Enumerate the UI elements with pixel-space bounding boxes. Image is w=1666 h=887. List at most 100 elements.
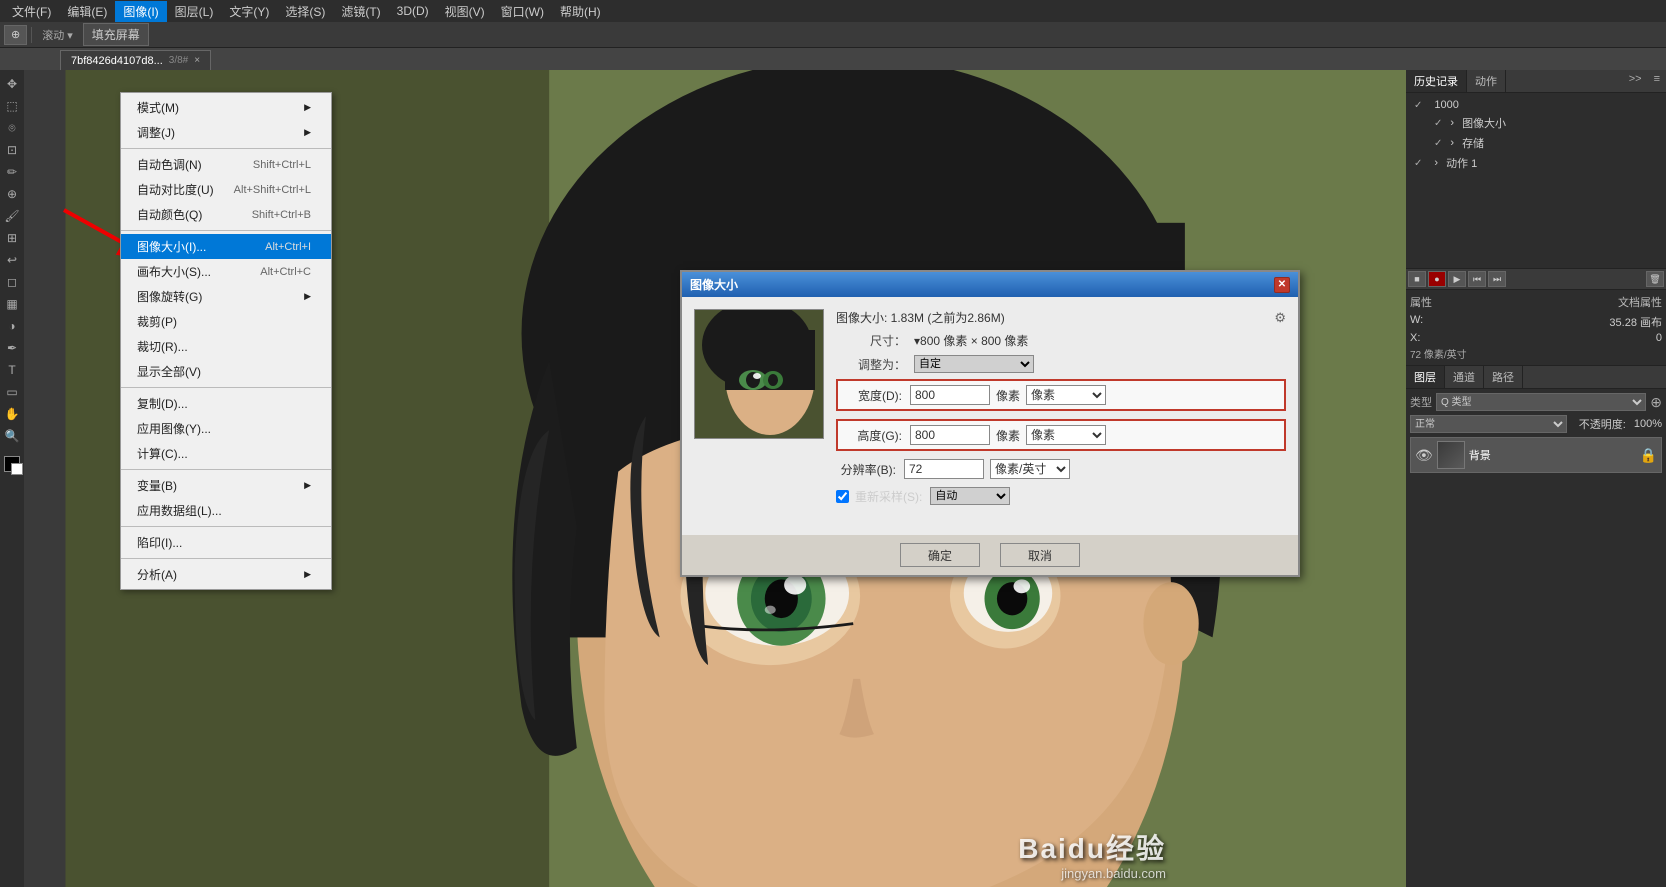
paths-tab[interactable]: 路径 [1484, 366, 1523, 388]
menu-edit[interactable]: 编辑(E) [59, 1, 115, 22]
blend-mode-select[interactable]: 正常 [1410, 415, 1567, 433]
menu-layer[interactable]: 图层(L) [167, 1, 222, 22]
fill-screen-button[interactable]: 填充屏幕 [83, 23, 149, 46]
dialog-width-row: 宽度(D): 像素 像素 英寸 厘米 毫米 点 派卡 列 [836, 379, 1286, 411]
skip-back-button[interactable]: ⏮ [1468, 271, 1486, 287]
history-content: ✓ 1000 ✓ › 图像大小 ✓ › 存储 ✓ › 动作 1 [1406, 93, 1666, 268]
menu-duplicate[interactable]: 复制(D)... [121, 391, 331, 416]
layers-tab[interactable]: 图层 [1406, 366, 1445, 388]
move-tool-option[interactable]: ⊕ [4, 25, 27, 45]
menu-filter[interactable]: 滤镜(T) [333, 1, 388, 22]
brush-tool[interactable]: 🖌 [2, 206, 22, 226]
width-input[interactable] [910, 385, 990, 405]
pen-tool[interactable]: ✒ [2, 338, 22, 358]
layer-visibility-icon[interactable]: 👁 [1415, 447, 1433, 464]
attributes-subtitle: 文档属性 [1618, 294, 1662, 310]
skip-fwd-button[interactable]: ⏭ [1488, 271, 1506, 287]
healing-tool[interactable]: ⊕ [2, 184, 22, 204]
channels-tab[interactable]: 通道 [1445, 366, 1484, 388]
blend-mode-select[interactable]: 滚动 ▾ [36, 27, 79, 43]
menu-view[interactable]: 视图(V) [437, 1, 493, 22]
eyedropper-tool[interactable]: ✏ [2, 162, 22, 182]
dialog-fields: 图像大小: 1.83M (之前为2.86M) ⚙ 尺寸： ▾ 800 像素 × … [836, 309, 1286, 513]
lasso-tool[interactable]: ⌾ [2, 118, 22, 138]
tabbar: 7bf8426d4107d8... 3/8# × [0, 48, 1666, 70]
history-item-1: ✓ › 图像大小 [1410, 113, 1662, 133]
menu-adjust[interactable]: 调整(J) [121, 120, 331, 145]
resample-checkbox[interactable] [836, 490, 849, 503]
menu-image-rotate[interactable]: 图像旋转(G) [121, 284, 331, 309]
menu-analyze[interactable]: 分析(A) [121, 562, 331, 587]
tab-info: 3/8# [169, 55, 188, 66]
adjust-select[interactable]: 自定 [914, 355, 1286, 373]
dialog-close-button[interactable]: ✕ [1274, 277, 1290, 293]
menu-auto-contrast[interactable]: 自动对比度(U) Alt+Shift+Ctrl+L [121, 177, 331, 202]
height-input[interactable] [910, 425, 990, 445]
menu-trap[interactable]: 陷印(I)... [121, 530, 331, 555]
foreground-color[interactable] [4, 456, 20, 472]
menu-trim[interactable]: 裁切(R)... [121, 334, 331, 359]
menu-auto-tone[interactable]: 自动色调(N) Shift+Ctrl+L [121, 152, 331, 177]
dpi-input[interactable] [904, 459, 984, 479]
height-unit-select[interactable]: 像素 英寸 厘米 [1026, 425, 1106, 445]
dialog-cancel-button[interactable]: 取消 [1000, 543, 1080, 567]
dialog-confirm-button[interactable]: 确定 [900, 543, 980, 567]
attr-x-row: X: 0 [1410, 332, 1662, 344]
image-size-dialog[interactable]: 图像大小 ✕ [680, 270, 1300, 577]
menu-auto-color[interactable]: 自动颜色(Q) Shift+Ctrl+B [121, 202, 331, 227]
move-tool[interactable]: ✥ [2, 74, 22, 94]
dodge-tool[interactable]: ◑ [2, 316, 22, 336]
menu-mode[interactable]: 模式(M) [121, 95, 331, 120]
crop-tool[interactable]: ⊡ [2, 140, 22, 160]
menu-calculations[interactable]: 计算(C)... [121, 441, 331, 466]
width-unit-select[interactable]: 像素 英寸 厘米 毫米 点 派卡 列 百分比 [1026, 385, 1106, 405]
menu-file[interactable]: 文件(F) [4, 1, 59, 22]
hand-tool[interactable]: ✋ [2, 404, 22, 424]
menu-text[interactable]: 文字(Y) [221, 1, 277, 22]
record-button[interactable]: ● [1428, 271, 1446, 287]
menu-reveal-all[interactable]: 显示全部(V) [121, 359, 331, 384]
play-button[interactable]: ▶ [1448, 271, 1466, 287]
history-brush-tool[interactable]: ↩ [2, 250, 22, 270]
dpi-unit-select[interactable]: 像素/英寸 像素/厘米 [990, 459, 1070, 479]
menu-apply-image[interactable]: 应用图像(Y)... [121, 416, 331, 441]
zoom-tool[interactable]: 🔍 [2, 426, 22, 446]
menu-3d[interactable]: 3D(D) [389, 2, 437, 20]
text-tool[interactable]: T [2, 360, 22, 380]
stamp-tool[interactable]: ⊞ [2, 228, 22, 248]
stop-button[interactable]: ■ [1408, 271, 1426, 287]
select-tool[interactable]: ⬚ [2, 96, 22, 116]
menu-variables[interactable]: 变量(B) [121, 473, 331, 498]
main-layout: ✥ ⬚ ⌾ ⊡ ✏ ⊕ 🖌 ⊞ ↩ ◻ ▦ ◑ ✒ T ▭ ✋ 🔍 [0, 70, 1666, 887]
menu-window[interactable]: 窗口(W) [493, 1, 552, 22]
menu-crop[interactable]: 裁剪(P) [121, 309, 331, 334]
layer-item-background[interactable]: 👁 背景 🔒 [1410, 437, 1662, 473]
background-color[interactable] [11, 463, 23, 475]
attr-width-row: W: 35.28 画布 [1410, 314, 1662, 330]
attr-x-label: X: [1410, 332, 1420, 344]
sep-6 [121, 558, 331, 559]
layer-lock-icon: 🔒 [1640, 447, 1657, 464]
history-tab[interactable]: 历史记录 [1406, 70, 1467, 92]
tab-close-button[interactable]: × [194, 55, 200, 66]
document-tab[interactable]: 7bf8426d4107d8... 3/8# × [60, 50, 211, 70]
right-panel: 历史记录 动作 >> ≡ ✓ 1000 ✓ › 图像大小 ✓ › 存储 [1406, 70, 1666, 887]
menu-select[interactable]: 选择(S) [277, 1, 333, 22]
actions-tab[interactable]: 动作 [1467, 70, 1506, 92]
image-dropdown-menu: 模式(M) 调整(J) 自动色调(N) Shift+Ctrl+L 自动对比度(U… [120, 92, 332, 590]
eraser-tool[interactable]: ◻ [2, 272, 22, 292]
menu-image[interactable]: 图像(I) [115, 1, 166, 22]
shape-tool[interactable]: ▭ [2, 382, 22, 402]
gradient-tool[interactable]: ▦ [2, 294, 22, 314]
menu-canvas-size[interactable]: 画布大小(S)... Alt+Ctrl+C [121, 259, 331, 284]
settings-gear[interactable]: ⚙ [1274, 310, 1286, 326]
menu-apply-data[interactable]: 应用数据组(L)... [121, 498, 331, 523]
menu-image-size[interactable]: 图像大小(I)... Alt+Ctrl+I [121, 234, 331, 259]
filter-select[interactable]: Q 类型 [1436, 393, 1646, 411]
history-item-0: ✓ 1000 [1410, 97, 1662, 113]
resample-method-select[interactable]: 自动 [930, 487, 1010, 505]
panel-options-icon[interactable]: >> [1623, 70, 1648, 92]
menu-help[interactable]: 帮助(H) [552, 1, 609, 22]
delete-button[interactable]: 🗑 [1646, 271, 1664, 287]
panel-menu-icon[interactable]: ≡ [1648, 70, 1666, 92]
